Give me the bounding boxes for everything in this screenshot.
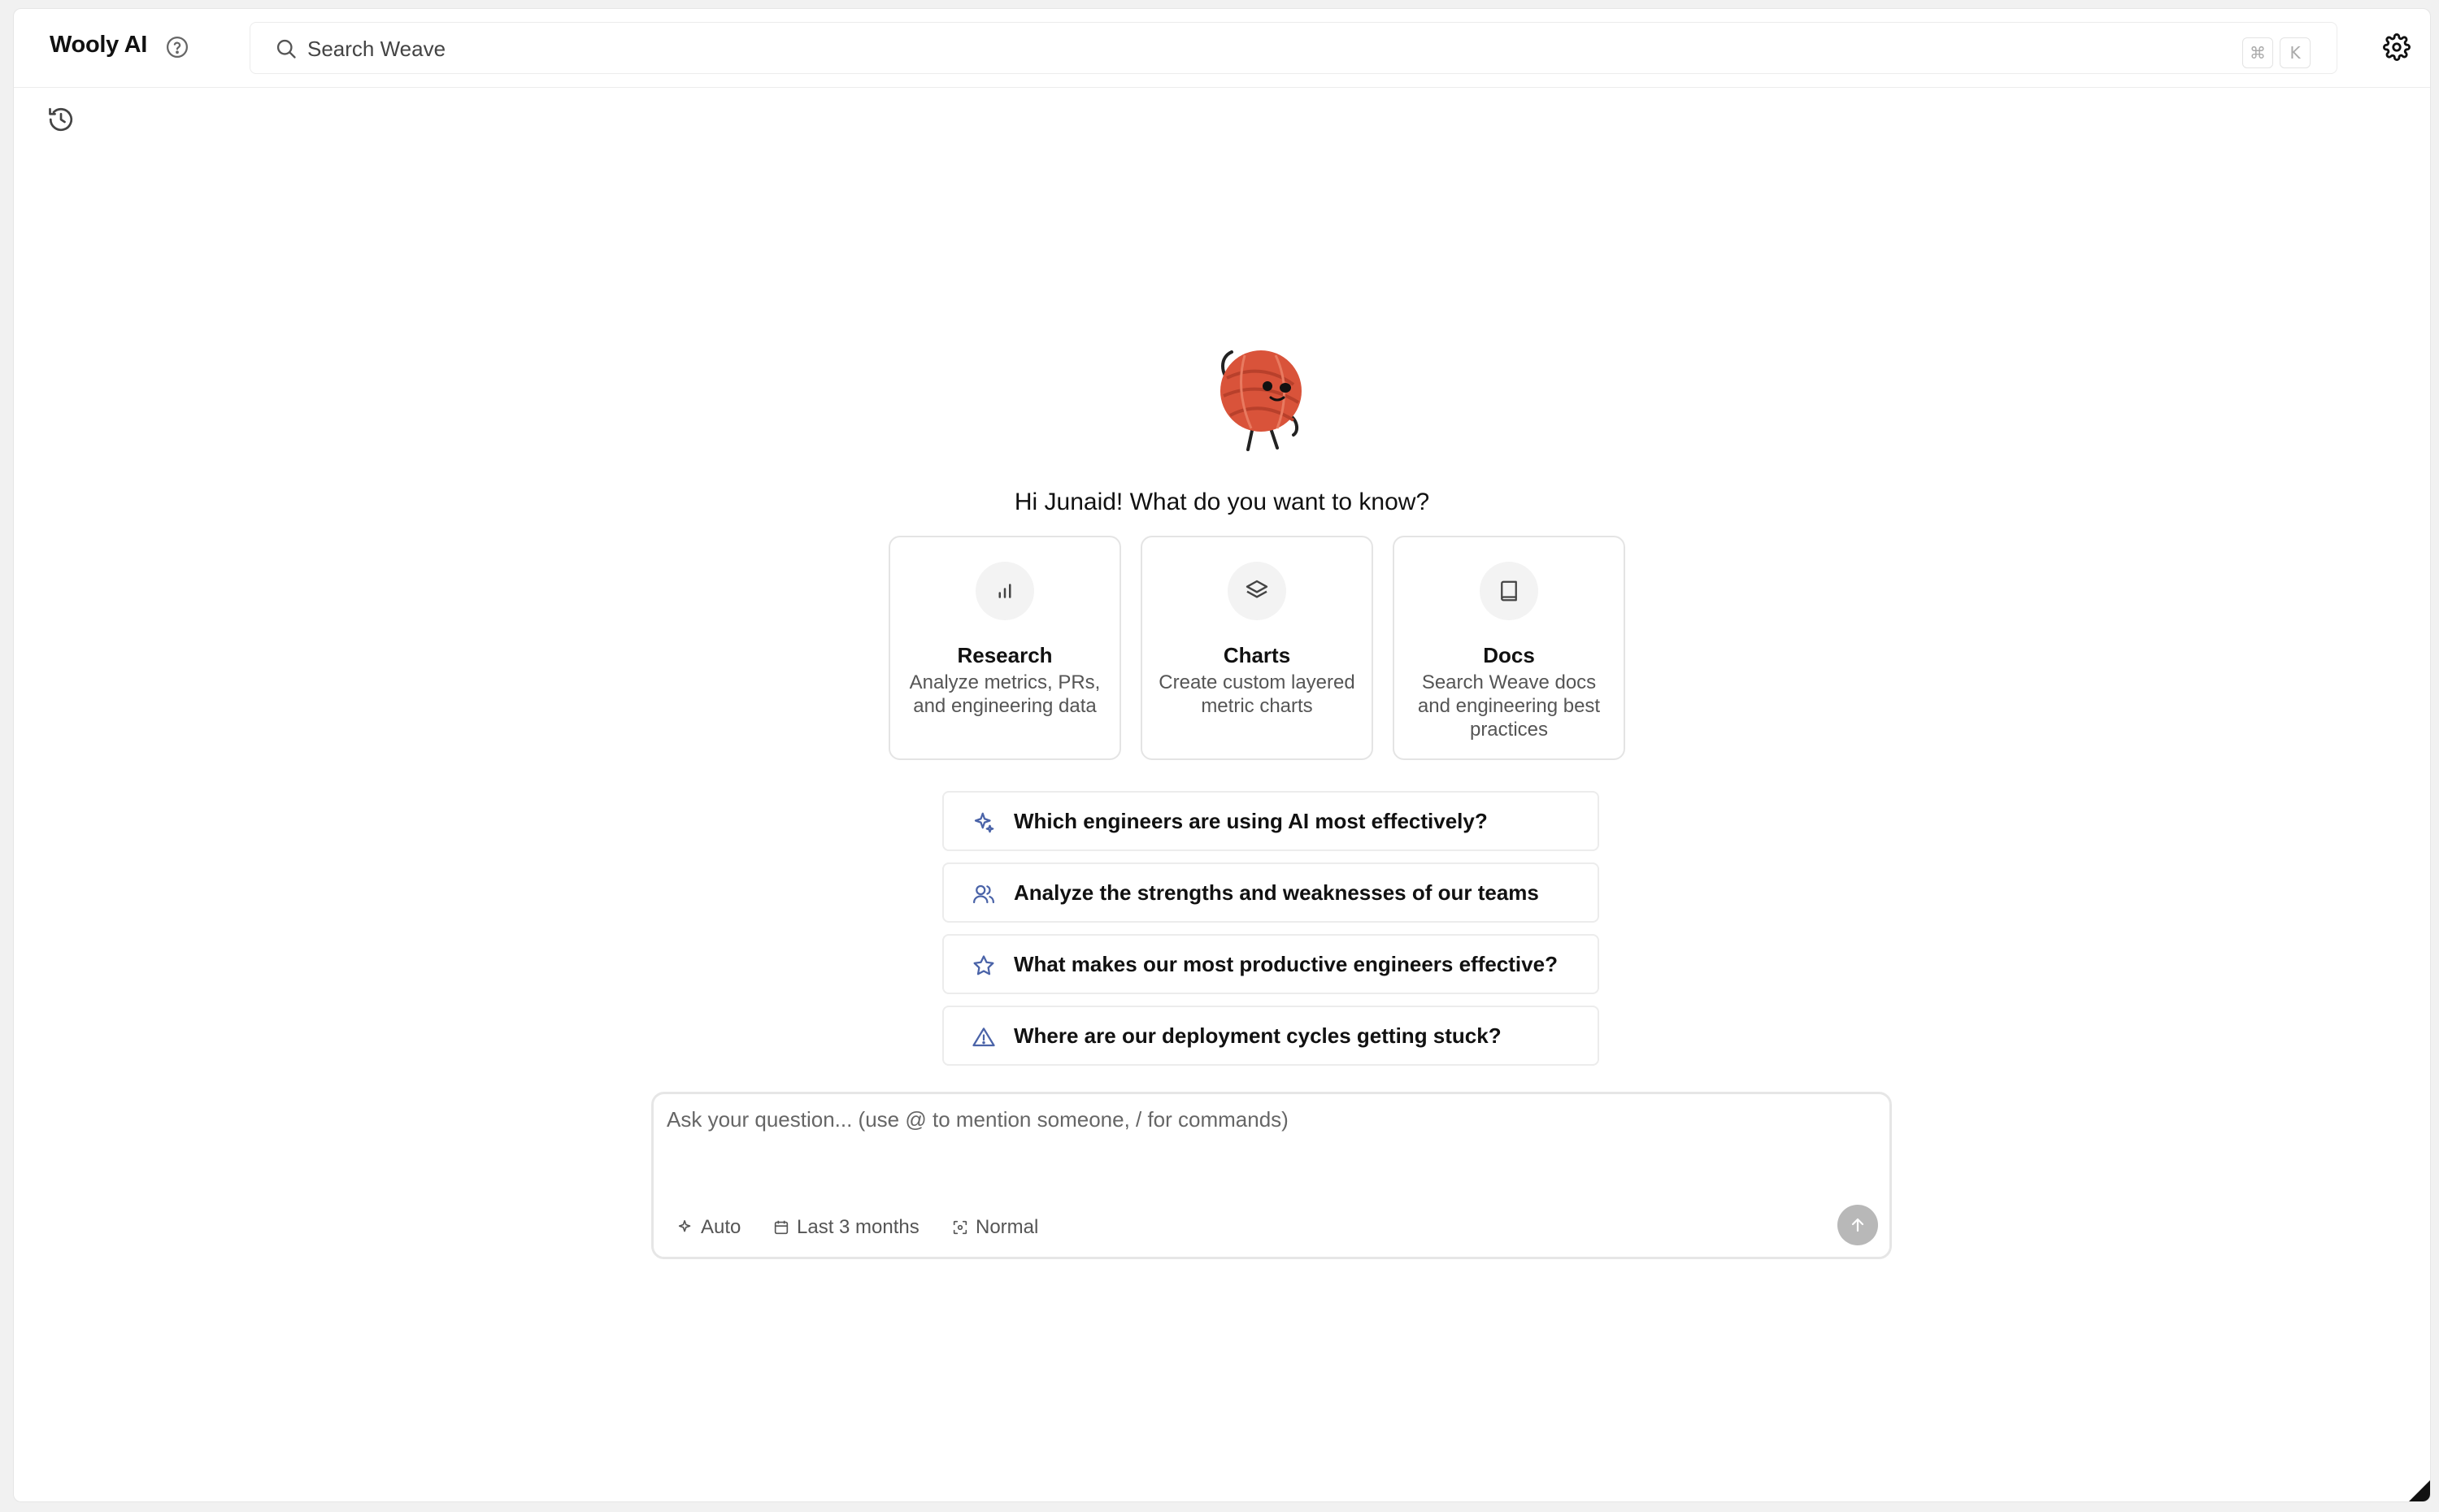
search-bar[interactable]: ⌘ K (250, 22, 2337, 75)
shortcut-k-key: K (2280, 37, 2311, 68)
calendar-icon (774, 1220, 789, 1235)
model-label: Auto (701, 1216, 741, 1238)
arrow-up-icon (1851, 1218, 1864, 1232)
sparkles-icon (974, 812, 994, 833)
card-description: Analyze metrics, PRs, and engineering da… (909, 671, 1101, 717)
top-bar: Wooly AI ⌘ K (14, 9, 2430, 88)
resize-corner (2409, 1480, 2430, 1501)
charts-card[interactable]: Charts Create custom layered metric char… (1141, 536, 1373, 760)
shortcut-cmd-key: ⌘ (2242, 37, 2273, 68)
date-range-label: Last 3 months (797, 1216, 920, 1238)
suggestion-text: Where are our deployment cycles getting … (1014, 1023, 1502, 1048)
bar-chart-icon (976, 562, 1034, 620)
mode-selector[interactable]: Normal (951, 1213, 1038, 1242)
question-composer: Auto Last 3 months Normal (651, 1092, 1892, 1259)
docs-card[interactable]: Docs Search Weave docs and engineering b… (1393, 536, 1625, 760)
warning-icon (972, 1028, 995, 1047)
app-title: Wooly AI (50, 32, 148, 58)
search-input[interactable] (306, 23, 2179, 75)
send-button[interactable] (1837, 1205, 1878, 1245)
app-window: Wooly AI ⌘ K (13, 8, 2431, 1502)
card-title: Docs (1483, 643, 1535, 667)
help-icon[interactable] (165, 35, 189, 59)
suggestion-text: Analyze the strengths and weaknesses of … (1014, 880, 1539, 905)
suggestion-productive-engineers[interactable]: What makes our most productive engineers… (942, 934, 1599, 994)
question-input[interactable] (665, 1106, 1872, 1174)
star-icon (973, 955, 994, 975)
card-description: Create custom layered metric charts (1159, 671, 1355, 717)
yarn-ball-mascot (1220, 350, 1302, 451)
suggestion-ai-effectiveness[interactable]: Which engineers are using AI most effect… (942, 791, 1599, 851)
focus-icon (953, 1220, 967, 1235)
sparkle-icon (678, 1219, 691, 1232)
card-title: Charts (1223, 643, 1291, 667)
search-icon (276, 39, 296, 59)
layers-icon (1228, 562, 1286, 620)
card-title: Research (957, 643, 1053, 667)
research-card[interactable]: Research Analyze metrics, PRs, and engin… (889, 536, 1121, 760)
mode-cards: Research Analyze metrics, PRs, and engin… (889, 536, 1625, 762)
greeting-text: Hi Junaid! What do you want to know? (1014, 489, 1430, 515)
gear-icon[interactable] (2383, 33, 2411, 61)
suggestion-text: What makes our most productive engineers… (1014, 952, 1558, 976)
card-description: Search Weave docs and engineering best p… (1417, 671, 1601, 741)
suggestion-deployment-cycles[interactable]: Where are our deployment cycles getting … (942, 1006, 1599, 1066)
book-icon (1480, 562, 1538, 620)
date-range-selector[interactable]: Last 3 months (772, 1213, 920, 1242)
suggestion-team-strengths[interactable]: Analyze the strengths and weaknesses of … (942, 862, 1599, 923)
mode-label: Normal (976, 1216, 1039, 1238)
users-icon (973, 884, 994, 904)
suggestion-text: Which engineers are using AI most effect… (1014, 809, 1488, 833)
model-selector[interactable]: Auto (676, 1213, 741, 1242)
history-icon[interactable] (46, 105, 76, 134)
